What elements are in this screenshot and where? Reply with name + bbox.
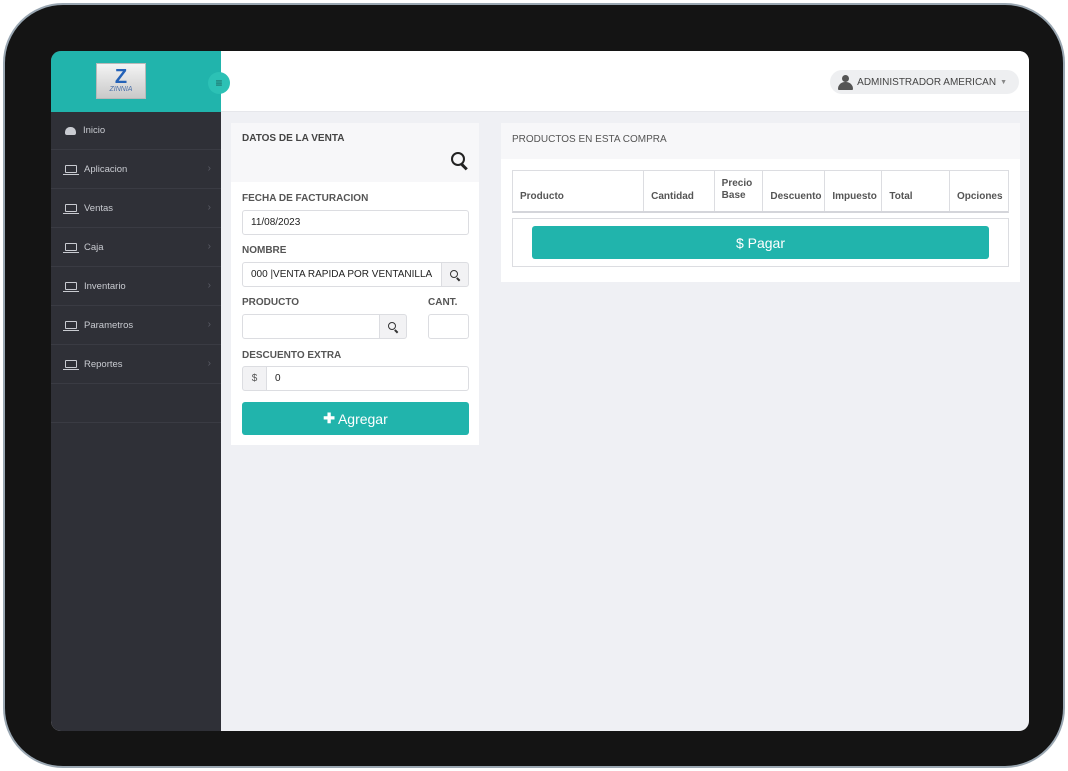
product-search-button[interactable] — [379, 314, 407, 339]
logo-letter: Z — [114, 66, 128, 88]
sidebar-item-aplicacion[interactable]: Aplicacion › — [51, 150, 221, 189]
currency-prefix: $ — [242, 366, 267, 391]
column-header: Impuesto — [825, 171, 883, 211]
user-name: ADMINISTRADOR AMERICAN — [857, 76, 997, 88]
extra-discount-input[interactable]: 0 — [266, 366, 469, 391]
laptop-icon — [63, 204, 79, 214]
customer-search-button[interactable] — [441, 262, 469, 287]
column-header: Precio Base — [715, 171, 764, 211]
add-button[interactable]: ✚ Agregar — [242, 402, 469, 435]
top-bar: ADMINISTRADOR AMERICAN ▼ — [221, 51, 1029, 112]
purchase-products-panel: PRODUCTOS EN ESTA COMPRA Producto Cantid… — [501, 123, 1020, 282]
plus-icon: ✚ — [323, 410, 335, 426]
user-icon — [838, 75, 854, 90]
laptop-icon — [63, 282, 79, 292]
search-icon — [450, 269, 460, 280]
add-button-label: Agregar — [337, 410, 388, 427]
quantity-input[interactable] — [428, 314, 469, 339]
sidebar-item-label: Reportes — [84, 358, 123, 370]
search-icon[interactable] — [451, 152, 469, 170]
caret-down-icon: ▼ — [1000, 78, 1007, 86]
pay-row: $ Pagar — [512, 218, 1009, 267]
sidebar-item-caja[interactable]: Caja › — [51, 228, 221, 267]
column-header: Total — [882, 171, 950, 211]
sidebar-item-label: Caja — [84, 241, 104, 253]
laptop-icon — [63, 321, 79, 331]
chevron-right-icon: › — [207, 241, 211, 252]
sidebar-item-label: Aplicacion — [84, 163, 128, 175]
sidebar-item-ventas[interactable]: Ventas › — [51, 189, 221, 228]
purchase-header: PRODUCTOS EN ESTA COMPRA — [501, 123, 1020, 159]
chevron-right-icon: › — [207, 319, 211, 330]
column-header: Producto — [513, 171, 645, 211]
sidebar-item-label: Inicio — [83, 125, 106, 136]
sidebar-item-inicio[interactable]: Inicio — [51, 112, 221, 150]
chevron-right-icon: › — [207, 358, 211, 369]
discount-label: DESCUENTO EXTRA — [242, 350, 342, 361]
app-screen: Z ZINNIA ≡ Inicio Aplicacion › Ventas › — [51, 51, 1029, 731]
sidebar-item-label: Ventas — [84, 202, 114, 214]
product-input[interactable] — [242, 314, 380, 339]
user-menu[interactable]: ADMINISTRADOR AMERICAN ▼ — [830, 70, 1019, 94]
column-header: Cantidad — [644, 171, 715, 211]
search-icon — [388, 321, 398, 332]
chevron-right-icon: › — [207, 280, 211, 291]
column-header: Opciones — [956, 191, 1003, 202]
name-label: NOMBRE — [242, 245, 287, 256]
brand-header: Z ZINNIA — [51, 51, 221, 112]
tablet-frame: Z ZINNIA ≡ Inicio Aplicacion › Ventas › — [3, 3, 1065, 768]
sidebar: Z ZINNIA ≡ Inicio Aplicacion › Ventas › — [51, 51, 230, 731]
column-header: Descuento — [763, 171, 826, 211]
panel-title: DATOS DE LA VENTA — [242, 133, 345, 144]
sale-data-panel: DATOS DE LA VENTA FECHA DE FACTURACION 1… — [231, 123, 479, 445]
sidebar-item-reportes[interactable]: Reportes › — [51, 345, 221, 384]
pay-button[interactable]: $ Pagar — [532, 226, 989, 259]
menu-toggle-button[interactable]: ≡ — [208, 72, 230, 94]
quantity-label: CANT. — [428, 297, 458, 308]
products-table-header: Producto Cantidad Precio Base Descuento … — [512, 170, 1009, 213]
laptop-icon — [63, 243, 79, 253]
sidebar-item-label: Inventario — [84, 280, 126, 292]
laptop-icon — [63, 165, 79, 175]
sidebar-item-inventario[interactable]: Inventario › — [51, 267, 221, 306]
menu-icon: ≡ — [215, 76, 223, 90]
app-logo[interactable]: Z ZINNIA — [96, 63, 146, 99]
sidebar-item-label: Parametros — [84, 319, 134, 331]
product-label: PRODUCTO — [242, 297, 300, 308]
chevron-right-icon: › — [207, 202, 211, 213]
sale-data-header: DATOS DE LA VENTA — [231, 123, 479, 182]
customer-name-input[interactable]: 000 |VENTA RAPIDA POR VENTANILLA — [242, 262, 442, 287]
logo-text: ZINNIA — [109, 86, 133, 93]
invoice-date-input[interactable]: 11/08/2023 — [242, 210, 469, 235]
sidebar-divider — [51, 384, 221, 423]
date-label: FECHA DE FACTURACION — [242, 193, 369, 204]
dashboard-icon — [65, 126, 76, 135]
laptop-icon — [63, 360, 79, 370]
sidebar-item-parametros[interactable]: Parametros › — [51, 306, 221, 345]
chevron-right-icon: › — [207, 163, 211, 174]
